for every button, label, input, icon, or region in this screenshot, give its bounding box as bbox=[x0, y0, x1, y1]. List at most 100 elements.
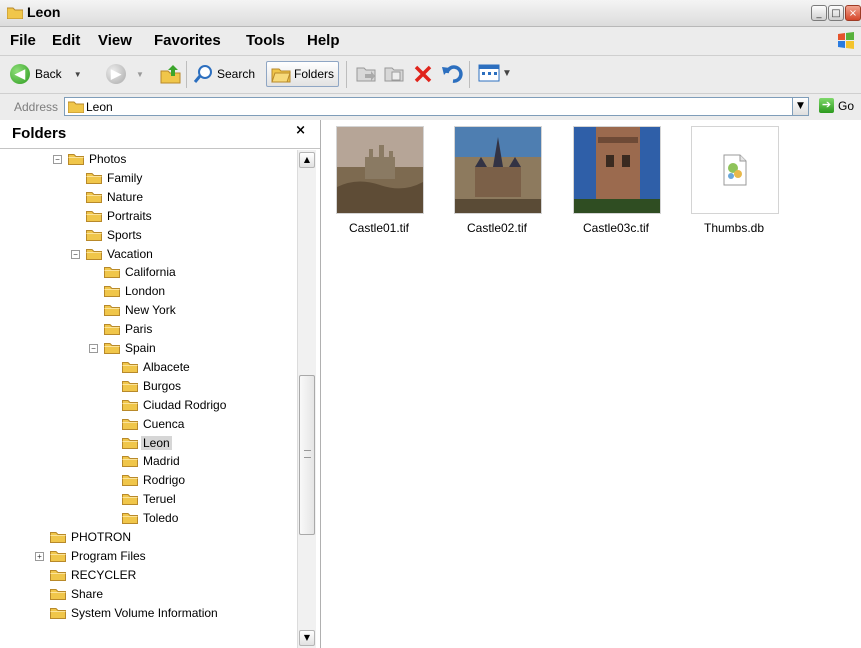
collapse-icon[interactable]: − bbox=[53, 155, 62, 164]
tree-item[interactable]: PHOTRON bbox=[50, 528, 133, 546]
folder-icon bbox=[50, 550, 66, 562]
menu-bar: File Edit View Favorites Tools Help bbox=[0, 27, 861, 56]
move-to-icon bbox=[356, 67, 376, 82]
menu-edit[interactable]: Edit bbox=[52, 32, 80, 49]
go-button[interactable]: ➔ Go bbox=[819, 98, 854, 113]
file-name: Thumbs.db bbox=[703, 221, 765, 235]
menu-help[interactable]: Help bbox=[307, 32, 340, 49]
scroll-up-icon[interactable]: ▲ bbox=[299, 152, 315, 168]
tree-item-label: California bbox=[125, 265, 176, 280]
tree-item[interactable]: Madrid bbox=[122, 452, 182, 470]
scroll-down-icon[interactable]: ▼ bbox=[299, 630, 315, 646]
folder-icon bbox=[104, 304, 120, 317]
up-folder-button[interactable] bbox=[160, 64, 182, 84]
back-dropdown-icon[interactable]: ▼ bbox=[74, 70, 82, 79]
tree-item-label: Leon bbox=[141, 435, 172, 450]
folder-icon bbox=[122, 493, 138, 506]
folders-button[interactable]: Folders bbox=[266, 61, 340, 87]
folders-icon bbox=[271, 68, 291, 83]
folder-icon bbox=[86, 191, 102, 203]
tree-item[interactable]: New York bbox=[104, 301, 178, 319]
forward-button[interactable]: ▶ ▼ bbox=[106, 64, 144, 84]
views-icon bbox=[478, 64, 500, 82]
undo-icon bbox=[442, 65, 463, 83]
tree-item[interactable]: Leon bbox=[122, 434, 172, 452]
tree-item-label: Ciudad Rodrigo bbox=[143, 397, 227, 412]
address-dropdown-icon[interactable]: ▼ bbox=[792, 97, 809, 116]
tree-item[interactable]: System Volume Information bbox=[50, 604, 220, 622]
title-bar[interactable]: Leon _ □ × bbox=[0, 0, 861, 27]
tree-item[interactable]: Family bbox=[86, 169, 144, 187]
tree-item[interactable]: − Vacation bbox=[71, 245, 155, 263]
folder-pane-scrollbar[interactable]: ▲ ▼ bbox=[297, 150, 316, 648]
tree-item[interactable]: Teruel bbox=[122, 490, 178, 508]
tree-item[interactable]: Rodrigo bbox=[122, 471, 187, 489]
menu-file[interactable]: File bbox=[10, 32, 36, 49]
menu-view[interactable]: View bbox=[98, 32, 132, 49]
scroll-thumb[interactable] bbox=[299, 375, 315, 535]
castle-photo-icon bbox=[337, 127, 423, 213]
folder-tree: − Photos Family Nature Portraits Sports − Vacat… bbox=[8, 148, 296, 648]
tree-item[interactable]: London bbox=[104, 282, 167, 300]
folder-icon bbox=[50, 588, 66, 600]
tree-item[interactable]: Paris bbox=[104, 320, 154, 338]
folder-icon bbox=[50, 569, 66, 581]
folder-icon bbox=[122, 512, 138, 525]
forward-arrow-icon: ▶ bbox=[106, 64, 126, 84]
tree-item-label: Share bbox=[71, 586, 104, 601]
tree-item-label: Cuenca bbox=[143, 416, 185, 431]
castle-photo-icon bbox=[574, 127, 660, 213]
tree-item[interactable]: Portraits bbox=[86, 207, 154, 225]
address-input[interactable]: Leon ▼ bbox=[64, 97, 809, 116]
tree-item[interactable]: Share bbox=[50, 585, 105, 603]
address-label: Address bbox=[14, 100, 59, 114]
delete-button[interactable] bbox=[413, 64, 433, 84]
folder-pane-title: Folders bbox=[12, 125, 67, 142]
folder-icon bbox=[86, 229, 102, 241]
tree-item[interactable]: Toledo bbox=[122, 509, 180, 527]
close-icon[interactable]: × bbox=[295, 123, 306, 138]
tree-item-label: Program Files bbox=[71, 548, 146, 563]
search-icon bbox=[193, 65, 212, 83]
copy-to-button[interactable] bbox=[384, 65, 404, 83]
tree-item[interactable]: Cuenca bbox=[122, 415, 186, 433]
search-label: Search bbox=[217, 67, 256, 81]
search-button[interactable]: Search bbox=[193, 64, 255, 84]
tree-item[interactable]: Albacete bbox=[122, 358, 192, 376]
close-button[interactable]: × bbox=[845, 5, 861, 21]
tree-item[interactable]: RECYCLER bbox=[50, 566, 138, 584]
address-bar: Address Leon ▼ ➔ Go bbox=[0, 94, 861, 121]
tree-item[interactable]: Sports bbox=[86, 226, 144, 244]
copy-to-icon bbox=[384, 67, 404, 82]
tree-item[interactable]: + Program Files bbox=[35, 547, 148, 565]
move-to-button[interactable] bbox=[356, 65, 376, 83]
menu-tools[interactable]: Tools bbox=[246, 32, 285, 49]
tree-item[interactable]: − Photos bbox=[53, 150, 128, 168]
folder-icon bbox=[104, 285, 120, 298]
minimize-button[interactable]: _ bbox=[811, 5, 827, 21]
file-list: Castle01.tif Castle02.tif Castle03c.tif … bbox=[321, 120, 861, 648]
forward-dropdown-icon[interactable]: ▼ bbox=[136, 70, 144, 79]
menu-favorites[interactable]: Favorites bbox=[154, 32, 221, 49]
folder-icon bbox=[86, 210, 102, 222]
tree-item-label: Nature bbox=[107, 189, 144, 204]
tree-item[interactable]: − Spain bbox=[89, 339, 158, 357]
tree-item[interactable]: Burgos bbox=[122, 377, 183, 395]
tree-item[interactable]: Nature bbox=[86, 188, 145, 206]
up-folder-icon bbox=[160, 65, 181, 84]
folder-icon bbox=[122, 474, 138, 487]
collapse-icon[interactable]: − bbox=[71, 249, 80, 259]
tree-item-label: Rodrigo bbox=[143, 473, 186, 488]
undo-button[interactable] bbox=[441, 64, 463, 84]
expand-icon[interactable]: + bbox=[35, 551, 44, 561]
collapse-icon[interactable]: − bbox=[89, 344, 98, 353]
tree-item[interactable]: Ciudad Rodrigo bbox=[122, 396, 228, 414]
folder-icon bbox=[50, 531, 66, 543]
tree-item[interactable]: California bbox=[104, 263, 178, 281]
toolbar: ◀ Back ▼ ▶ ▼ Search Folders ▼ bbox=[0, 56, 861, 94]
views-dropdown-icon[interactable]: ▼ bbox=[502, 68, 512, 79]
views-button[interactable]: ▼ bbox=[478, 64, 512, 82]
back-button[interactable]: ◀ Back ▼ bbox=[10, 64, 82, 84]
delete-icon bbox=[414, 65, 432, 83]
maximize-button[interactable]: □ bbox=[828, 5, 844, 21]
